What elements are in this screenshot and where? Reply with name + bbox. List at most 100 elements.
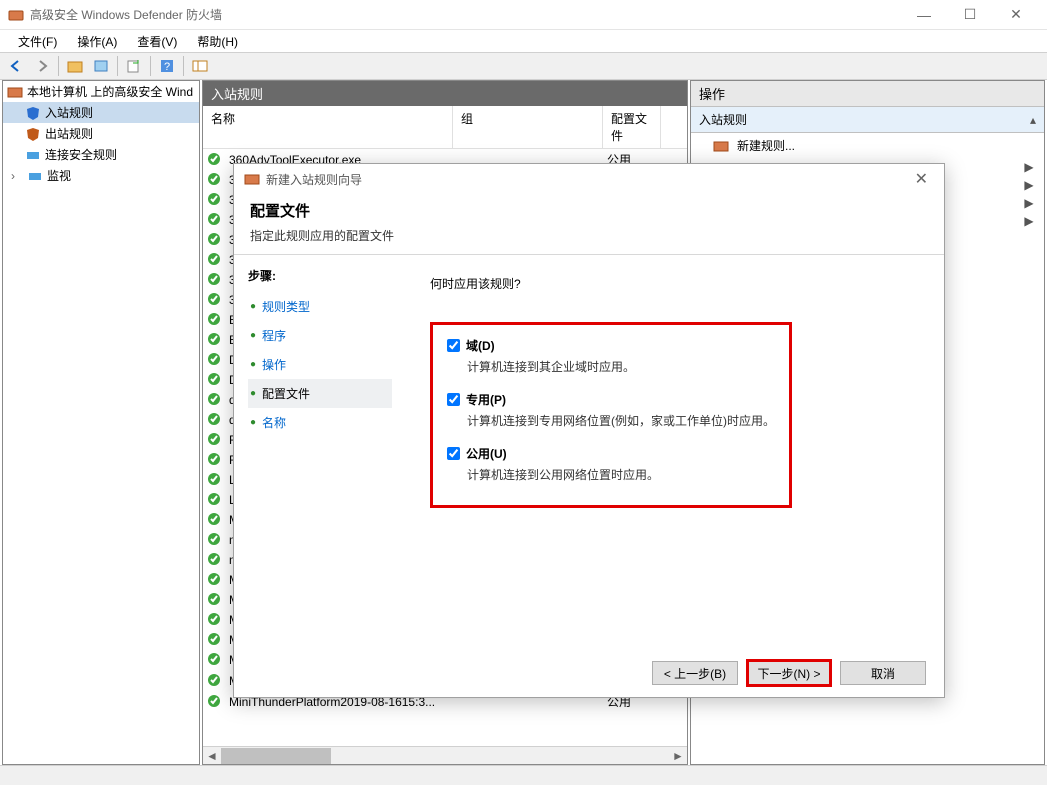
checkbox-private-input[interactable] xyxy=(447,393,460,406)
enabled-icon xyxy=(207,192,223,208)
scroll-right-icon[interactable]: ► xyxy=(669,747,687,765)
enabled-icon xyxy=(207,694,223,710)
tree-outbound-label: 出站规则 xyxy=(45,125,93,142)
enabled-icon xyxy=(207,352,223,368)
expand-arrow-icon[interactable]: ▶ xyxy=(1020,160,1038,174)
step-action[interactable]: ●操作 xyxy=(248,350,392,379)
minimize-button[interactable]: — xyxy=(901,0,947,30)
forward-icon[interactable] xyxy=(30,54,54,78)
enabled-icon xyxy=(207,152,223,168)
tree-root[interactable]: 本地计算机 上的高级安全 Wind xyxy=(3,81,199,102)
filter-icon[interactable] xyxy=(89,54,113,78)
tree-inbound-label: 入站规则 xyxy=(45,104,93,121)
maximize-button[interactable]: ☐ xyxy=(947,0,993,30)
enabled-icon xyxy=(207,612,223,628)
enabled-icon xyxy=(207,452,223,468)
step-rule-type[interactable]: ●规则类型 xyxy=(248,292,392,321)
enabled-icon xyxy=(207,412,223,428)
app-icon xyxy=(8,7,24,23)
connsec-icon xyxy=(25,147,41,163)
enabled-icon xyxy=(207,632,223,648)
svg-text:?: ? xyxy=(164,61,170,73)
enabled-icon xyxy=(207,552,223,568)
wizard-content: 何时应用该规则? 域(D) 计算机连接到其企业域时应用。 专用(P) 计算机连接… xyxy=(406,255,944,649)
center-header: 入站规则 xyxy=(203,81,687,106)
col-name[interactable]: 名称 xyxy=(203,106,453,148)
step-profile[interactable]: ●配置文件 xyxy=(248,379,392,408)
layout-icon[interactable] xyxy=(188,54,212,78)
enabled-icon xyxy=(207,372,223,388)
checkbox-domain-label: 域(D) xyxy=(466,337,495,354)
wizard-title-label: 新建入站规则向导 xyxy=(266,171,362,188)
back-icon[interactable] xyxy=(4,54,28,78)
wizard-head-sub: 指定此规则应用的配置文件 xyxy=(250,227,928,244)
back-button[interactable]: < 上一步(B) xyxy=(652,661,738,685)
export-icon[interactable] xyxy=(122,54,146,78)
wizard-close-button[interactable]: ✕ xyxy=(909,169,934,189)
expand-arrow-icon[interactable]: ▶ xyxy=(1020,214,1038,228)
help-icon[interactable]: ? xyxy=(155,54,179,78)
public-desc: 计算机连接到公用网络位置时应用。 xyxy=(467,466,775,483)
menu-view[interactable]: 查看(V) xyxy=(127,31,187,52)
next-button[interactable]: 下一步(N) > xyxy=(746,659,832,687)
cancel-button[interactable]: 取消 xyxy=(840,661,926,685)
enabled-icon xyxy=(207,472,223,488)
menu-file[interactable]: 文件(F) xyxy=(8,31,67,52)
menubar: 文件(F) 操作(A) 查看(V) 帮助(H) xyxy=(0,30,1047,52)
action-new-rule[interactable]: 新建规则... xyxy=(691,133,1044,158)
menu-help[interactable]: 帮助(H) xyxy=(187,31,248,52)
enabled-icon xyxy=(207,432,223,448)
tree-panel: 本地计算机 上的高级安全 Wind 入站规则 出站规则 连接安全规则 › 监视 xyxy=(2,80,200,765)
action-new-rule-label: 新建规则... xyxy=(737,137,795,154)
checkbox-public-label: 公用(U) xyxy=(466,445,507,462)
enabled-icon xyxy=(207,572,223,588)
titlebar: 高级安全 Windows Defender 防火墙 — ☐ ✕ xyxy=(0,0,1047,30)
tree-root-label: 本地计算机 上的高级安全 Wind xyxy=(27,83,193,100)
profile-highlight-box: 域(D) 计算机连接到其企业域时应用。 专用(P) 计算机连接到专用网络位置(例… xyxy=(430,322,792,508)
col-group[interactable]: 组 xyxy=(453,106,603,148)
step-program[interactable]: ●程序 xyxy=(248,321,392,350)
wizard-icon xyxy=(244,171,260,187)
window-title: 高级安全 Windows Defender 防火墙 xyxy=(30,6,901,23)
checkbox-public[interactable]: 公用(U) xyxy=(447,445,775,462)
wizard-head: 配置文件 指定此规则应用的配置文件 xyxy=(234,194,944,255)
enabled-icon xyxy=(207,272,223,288)
enabled-icon xyxy=(207,392,223,408)
private-desc: 计算机连接到专用网络位置(例如，家或工作单位)时应用。 xyxy=(467,412,775,429)
actions-header: 操作 xyxy=(691,81,1044,107)
menu-action[interactable]: 操作(A) xyxy=(67,31,127,52)
column-headers: 名称 组 配置文件 xyxy=(203,106,687,149)
scroll-left-icon[interactable]: ◄ xyxy=(203,747,221,765)
step-name[interactable]: ●名称 xyxy=(248,408,392,437)
enabled-icon xyxy=(207,652,223,668)
checkbox-domain[interactable]: 域(D) xyxy=(447,337,775,354)
wizard-titlebar: 新建入站规则向导 ✕ xyxy=(234,164,944,194)
firewall-icon xyxy=(7,84,23,100)
enabled-icon xyxy=(207,673,223,689)
enabled-icon xyxy=(207,512,223,528)
tree-inbound[interactable]: 入站规则 xyxy=(3,102,199,123)
checkbox-private[interactable]: 专用(P) xyxy=(447,391,775,408)
folder-icon[interactable] xyxy=(63,54,87,78)
checkbox-public-input[interactable] xyxy=(447,447,460,460)
col-profile[interactable]: 配置文件 xyxy=(603,106,661,148)
enabled-icon xyxy=(207,172,223,188)
wizard-steps: 步骤: ●规则类型 ●程序 ●操作 ●配置文件 ●名称 xyxy=(234,255,406,649)
scroll-thumb[interactable] xyxy=(221,748,331,764)
collapse-icon[interactable]: ▴ xyxy=(1030,113,1036,127)
checkbox-domain-input[interactable] xyxy=(447,339,460,352)
tree-connsec[interactable]: 连接安全规则 xyxy=(3,144,199,165)
enabled-icon xyxy=(207,232,223,248)
wizard-footer: < 上一步(B) 下一步(N) > 取消 xyxy=(234,649,944,697)
expand-arrow-icon[interactable]: ▶ xyxy=(1020,178,1038,192)
scrollbar-horizontal[interactable]: ◄ ► xyxy=(203,746,687,764)
wizard-head-title: 配置文件 xyxy=(250,200,928,221)
tree-outbound[interactable]: 出站规则 xyxy=(3,123,199,144)
expand-arrow-icon[interactable]: ▶ xyxy=(1020,196,1038,210)
toolbar: ? xyxy=(0,52,1047,80)
enabled-icon xyxy=(207,492,223,508)
tree-monitor[interactable]: › 监视 xyxy=(3,165,199,186)
enabled-icon xyxy=(207,532,223,548)
close-button[interactable]: ✕ xyxy=(993,0,1039,30)
expand-icon[interactable]: › xyxy=(11,169,23,183)
